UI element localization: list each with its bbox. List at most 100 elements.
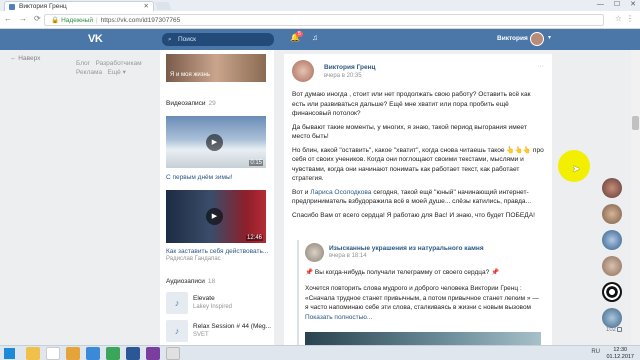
- minimize-button[interactable]: —: [597, 0, 604, 10]
- explorer-icon[interactable]: [26, 347, 40, 360]
- tab-close-icon[interactable]: ✕: [144, 2, 149, 11]
- video-title-1[interactable]: С первым днём зимы!: [166, 174, 232, 181]
- app-icon[interactable]: [106, 347, 120, 360]
- footer-link-ads[interactable]: Реклама: [76, 69, 102, 76]
- track-artist[interactable]: SVET: [193, 332, 209, 338]
- album-thumbnail[interactable]: Я и моя жизнь: [166, 54, 266, 82]
- app-icon[interactable]: [126, 347, 140, 360]
- repost-author[interactable]: Изысканные украшения из натурального кам…: [329, 245, 484, 252]
- address-separator: |: [95, 17, 98, 24]
- app-icon[interactable]: [146, 347, 160, 360]
- search-placeholder: Поиск: [178, 36, 197, 43]
- play-icon[interactable]: ▶: [206, 134, 223, 151]
- app-icon[interactable]: [66, 347, 80, 360]
- system-clock[interactable]: 12:30 01.12.2017: [606, 347, 634, 360]
- url-text: https://vk.com/id197307765: [100, 17, 181, 24]
- tab-title: Виктория Гренц: [19, 3, 67, 10]
- track-title: Relax Session # 44 (Meg...: [193, 323, 272, 330]
- notification-count-badge: 5: [296, 31, 303, 37]
- post-paragraph: Спасибо Вам от всего сердца! Я работаю д…: [292, 211, 535, 219]
- music-icon[interactable]: ♫: [312, 33, 318, 42]
- security-label: Надежный: [61, 17, 93, 24]
- vk-favicon-icon: [9, 4, 15, 10]
- show-more-link[interactable]: Показать полностью...: [305, 314, 372, 321]
- repost-text: Хочется повторить слова мудрого и доброг…: [305, 284, 541, 322]
- back-to-top-link[interactable]: ← Наверх: [10, 55, 40, 62]
- wall-post: Виктория Гренц вчера в 20:35 ··· Вот дум…: [284, 54, 552, 350]
- repost-time[interactable]: вчера в 18:14: [329, 253, 367, 259]
- window-controls: — ☐ ✕: [597, 0, 636, 10]
- post-menu-icon[interactable]: ···: [537, 63, 544, 70]
- audio-track[interactable]: ♪ Relax Session # 44 (Meg... SVET: [166, 320, 272, 342]
- scrollbar-thumb[interactable]: [632, 116, 639, 130]
- clock-date: 01.12.2017: [606, 353, 634, 360]
- chrome-icon[interactable]: [166, 347, 180, 360]
- friend-avatar[interactable]: [602, 256, 622, 276]
- music-note-icon[interactable]: ♪: [166, 292, 188, 314]
- language-indicator[interactable]: RU: [591, 349, 600, 355]
- address-bar[interactable]: 🔒 Надежный | https://vk.com/id197307765: [44, 14, 604, 26]
- page-scrollbar[interactable]: [631, 50, 640, 350]
- video-thumbnail-2[interactable]: ▶ 12:46: [166, 190, 266, 243]
- video-duration: 12:46: [245, 235, 263, 241]
- repost-headline: 📌 Вы когда-нибудь получали телеграмму от…: [305, 269, 500, 276]
- post-author-avatar[interactable]: [292, 60, 314, 82]
- footer-link-more[interactable]: Ещё ▾: [108, 69, 126, 76]
- videos-section-title[interactable]: Видеозаписи 29: [166, 100, 216, 107]
- forward-icon[interactable]: →: [19, 14, 27, 23]
- video-thumbnail-1[interactable]: ▶ 0:15: [166, 116, 266, 168]
- mention-link[interactable]: Лариса Осолодкова: [310, 189, 371, 196]
- browser-menu-icon[interactable]: ⋮: [626, 14, 634, 23]
- post-paragraph: Но блин, какой "оставить", какое "хватит…: [292, 146, 544, 183]
- friend-avatar[interactable]: [602, 204, 622, 224]
- profile-side-column: Я и моя жизнь Видеозаписи 29 ▶ 0:15 С пер…: [160, 50, 274, 350]
- video-title-2[interactable]: Как заставить себя действовать...: [166, 248, 268, 255]
- repost-body: Хочется повторить слова мудрого и доброг…: [305, 285, 539, 311]
- chat-icon[interactable]: [617, 327, 622, 332]
- video-duration: 0:15: [249, 160, 263, 166]
- audio-track[interactable]: ♪ Elevate Lakey Inspired: [166, 292, 268, 314]
- friend-avatar[interactable]: [602, 308, 622, 328]
- search-icon: ⌕: [168, 36, 172, 43]
- friends-count[interactable]: 102: [606, 327, 616, 333]
- video-author[interactable]: Радислав Гандапас: [166, 256, 221, 262]
- post-time[interactable]: вчера в 20:35: [324, 73, 362, 79]
- repost-avatar[interactable]: [305, 243, 324, 262]
- footer-link-blog[interactable]: Блог: [76, 60, 90, 67]
- vk-header: VK ⌕ Поиск 🔔 5 ♫ Виктория ▾: [0, 29, 640, 50]
- search-input[interactable]: ⌕ Поиск: [162, 33, 274, 46]
- friend-avatar[interactable]: [602, 230, 622, 250]
- post-paragraph: Да бывают такие моменты, у многих, я зна…: [292, 123, 527, 141]
- back-icon[interactable]: ←: [4, 14, 12, 23]
- play-icon[interactable]: ▶: [206, 208, 223, 225]
- post-text-fragment: Вот и: [292, 188, 311, 196]
- reload-icon[interactable]: ⟳: [34, 14, 41, 23]
- header-user-name[interactable]: Виктория: [497, 35, 528, 42]
- browser-tab[interactable]: Виктория Гренц ✕: [4, 1, 154, 11]
- os-taskbar: RU 12:30 01.12.2017: [0, 345, 640, 360]
- videos-title: Видеозаписи: [166, 100, 206, 107]
- friend-avatar[interactable]: [602, 178, 622, 198]
- bookmark-star-icon[interactable]: ☆: [615, 14, 622, 23]
- maximize-button[interactable]: ☐: [614, 0, 620, 10]
- chevron-down-icon[interactable]: ▾: [548, 34, 551, 41]
- track-artist[interactable]: Lakey Inspired: [193, 304, 232, 310]
- audio-title: Аудиозаписи: [166, 278, 205, 285]
- vk-logo[interactable]: VK: [88, 33, 103, 45]
- app-icon[interactable]: [46, 347, 60, 360]
- new-tab-button[interactable]: [154, 2, 172, 10]
- footer-link-developers[interactable]: Разработчикам: [95, 60, 141, 67]
- lock-icon: 🔒: [51, 17, 60, 24]
- start-button[interactable]: [4, 348, 15, 359]
- music-note-icon[interactable]: ♪: [166, 320, 188, 342]
- browser-toolbar: ← → ⟳ 🔒 Надежный | https://vk.com/id1973077…: [0, 11, 640, 29]
- close-window-button[interactable]: ✕: [630, 0, 636, 10]
- app-icon[interactable]: [86, 347, 100, 360]
- audio-section-title[interactable]: Аудиозаписи 18: [166, 278, 215, 285]
- target-avatar-icon[interactable]: [602, 282, 622, 302]
- header-avatar[interactable]: [530, 32, 544, 46]
- audio-count: 18: [207, 278, 216, 285]
- track-title: Elevate: [193, 295, 215, 302]
- browser-nav: ← → ⟳: [4, 14, 41, 23]
- post-author-name[interactable]: Виктория Гренц: [324, 64, 376, 71]
